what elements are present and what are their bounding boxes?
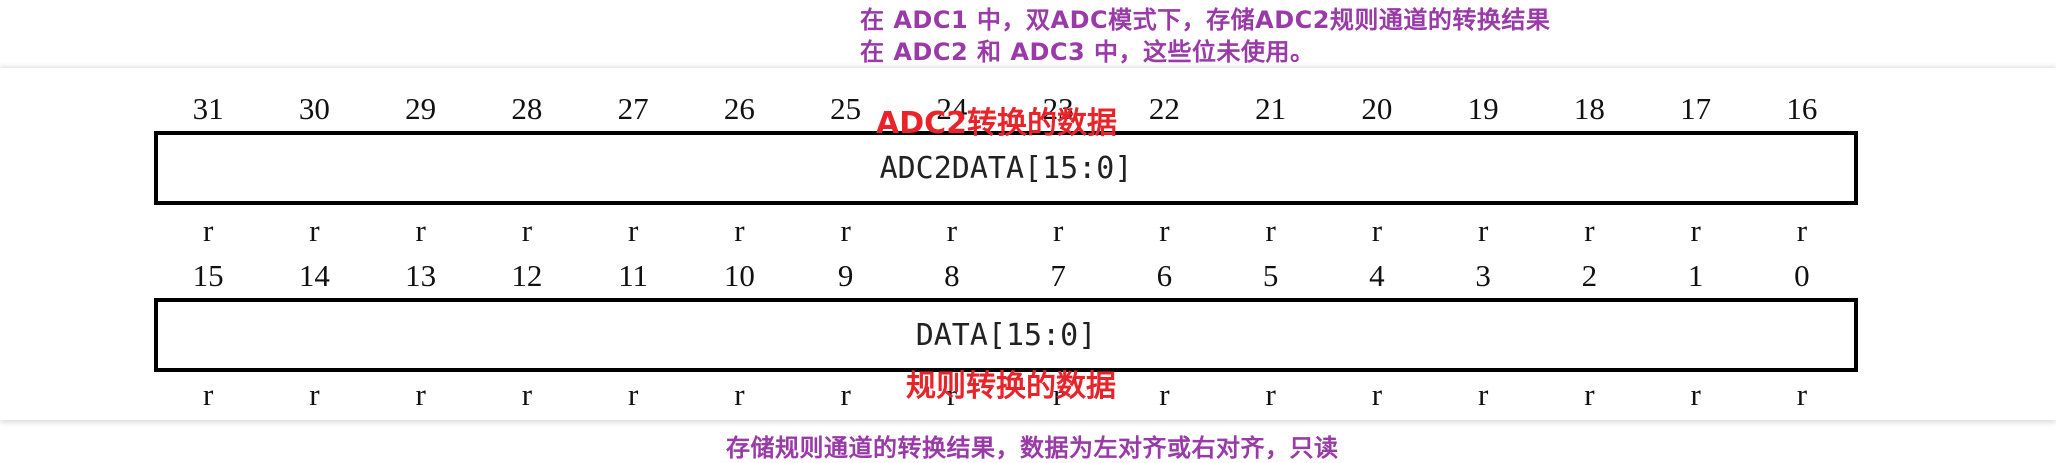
access-type: r	[840, 377, 851, 412]
access-type: r	[1265, 213, 1276, 248]
access-type: r	[734, 213, 745, 248]
bit-number: 10	[723, 258, 755, 293]
access-type: r	[946, 213, 958, 248]
access-type: r	[1690, 377, 1701, 412]
bit-number: 27	[617, 91, 649, 126]
access-type: r	[1690, 213, 1701, 248]
access-type: r	[1796, 377, 1808, 412]
access-type: r	[734, 377, 745, 412]
bit-number: 26	[723, 91, 755, 126]
bit-number: 11	[618, 258, 649, 293]
bit-number: 31	[192, 91, 224, 126]
bit-number: 3	[1475, 258, 1491, 293]
bit-number: 9	[837, 258, 854, 293]
bit-number: 1	[1687, 258, 1704, 293]
access-type: r	[1265, 377, 1276, 412]
bit-number: 12	[511, 258, 543, 293]
note-adc1-dual-mode: 在 ADC1 中，双ADC模式下，存储ADC2规则通道的转换结果	[860, 6, 1551, 34]
field-name-data: DATA[15:0]	[915, 317, 1097, 353]
access-upper: r r r r r r r r r r r r r r r r	[155, 212, 1855, 250]
bit-number: 22	[1148, 91, 1180, 126]
bit-number: 0	[1794, 258, 1810, 293]
field-adc2data: ADC2DATA[15:0]	[154, 131, 1858, 205]
access-type: r	[627, 377, 639, 412]
bit-number: 29	[405, 91, 437, 126]
access-type: r	[1371, 213, 1383, 248]
bit-number: 16	[1786, 91, 1818, 126]
label-adc2-converted-data: ADC2转换的数据	[876, 106, 1118, 141]
access-type: r	[309, 213, 320, 248]
bit-number: 13	[405, 258, 437, 293]
access-type: r	[202, 377, 214, 412]
access-type: r	[1584, 377, 1595, 412]
access-type: r	[521, 377, 533, 412]
access-type: r	[1584, 213, 1595, 248]
bit-number: 18	[1573, 91, 1605, 126]
bit-number: 2	[1581, 258, 1598, 293]
bit-number: 4	[1369, 258, 1385, 293]
bit-number: 20	[1361, 91, 1393, 126]
bit-number: 5	[1262, 258, 1279, 293]
bit-number: 19	[1467, 91, 1499, 126]
access-type: r	[1159, 213, 1170, 248]
bit-number: 7	[1050, 258, 1066, 293]
access-type: r	[202, 213, 214, 248]
access-type: r	[840, 213, 851, 248]
note-regular-result-alignment: 存储规则通道的转换结果，数据为左对齐或右对齐，只读	[726, 434, 1339, 462]
access-type: r	[415, 213, 426, 248]
bit-number: 17	[1680, 91, 1712, 126]
bit-number: 14	[298, 258, 330, 293]
label-regular-converted-data: 规则转换的数据	[906, 369, 1116, 404]
access-type: r	[521, 213, 533, 248]
access-type: r	[1371, 377, 1383, 412]
access-type: r	[1159, 377, 1170, 412]
access-type: r	[1477, 377, 1489, 412]
field-name-adc2data: ADC2DATA[15:0]	[879, 150, 1133, 186]
bit-number: 15	[192, 258, 224, 293]
bit-number: 28	[511, 91, 543, 126]
access-type: r	[1477, 213, 1489, 248]
bit-numbers-lower: 15 14 13 12 11 10 9 8 7 6 5 4 3 2 1 0	[155, 257, 1855, 295]
bit-number: 6	[1156, 258, 1173, 293]
access-type: r	[1052, 213, 1064, 248]
access-type: r	[627, 213, 639, 248]
bit-number: 30	[298, 91, 330, 126]
access-type: r	[1796, 213, 1808, 248]
bit-number: 21	[1255, 91, 1287, 126]
bit-number: 8	[944, 258, 960, 293]
access-type: r	[415, 377, 426, 412]
note-adc2-adc3-unused: 在 ADC2 和 ADC3 中，这些位未使用。	[860, 38, 1315, 66]
access-type: r	[309, 377, 320, 412]
